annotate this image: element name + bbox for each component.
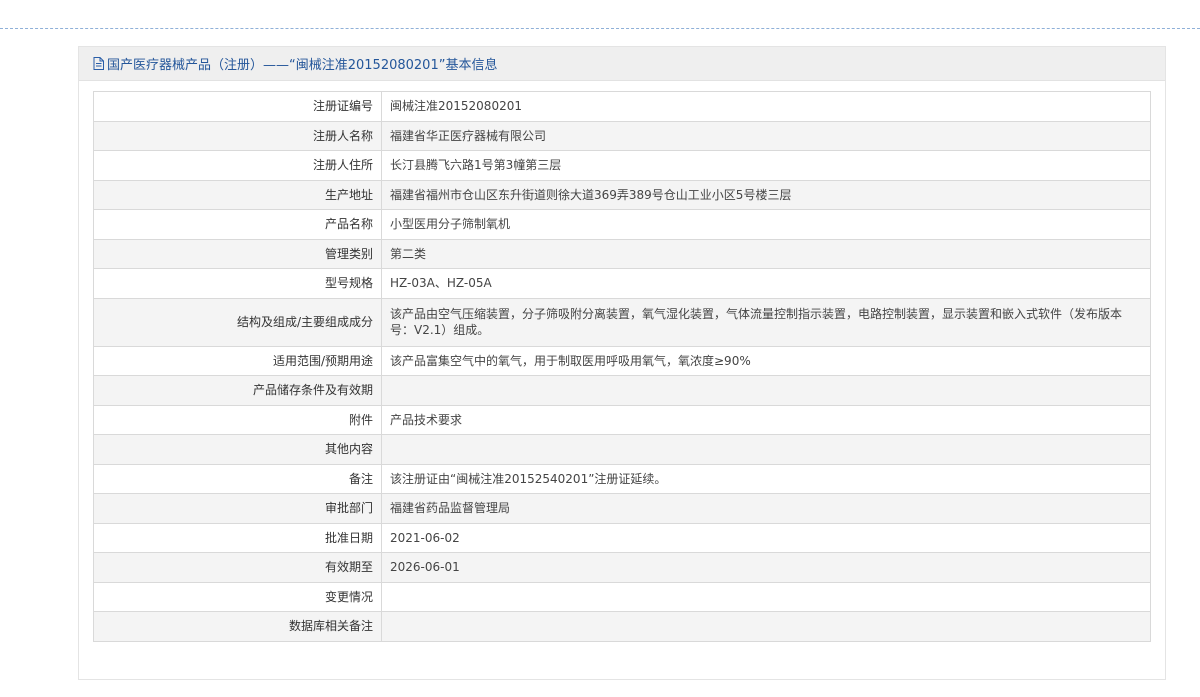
field-value <box>381 611 1151 642</box>
table-row: 附件 产品技术要求 <box>93 404 1151 435</box>
field-label: 其他内容 <box>93 434 382 465</box>
field-value: 长汀县腾飞六路1号第3幢第三层 <box>381 150 1151 181</box>
field-value: 小型医用分子筛制氧机 <box>381 209 1151 240</box>
field-label: 结构及组成/主要组成成分 <box>93 297 382 347</box>
field-value: 该产品由空气压缩装置，分子筛吸附分离装置，氧气湿化装置，气体流量控制指示装置，电… <box>381 297 1151 347</box>
field-label: 注册人住所 <box>93 150 382 181</box>
table-row: 其他内容 <box>93 434 1151 465</box>
field-value: 2026-06-01 <box>381 552 1151 583</box>
field-label: 有效期至 <box>93 552 382 583</box>
field-label: 产品名称 <box>93 209 382 240</box>
table-row: 注册证编号 闽械注准20152080201 <box>93 91 1151 122</box>
field-label: 审批部门 <box>93 493 382 524</box>
field-label: 备注 <box>93 463 382 494</box>
table-row: 生产地址 福建省福州市仓山区东升街道则徐大道369弄389号仓山工业小区5号楼三层 <box>93 179 1151 210</box>
field-value <box>381 581 1151 612</box>
field-label: 变更情况 <box>93 581 382 612</box>
table-row: 审批部门 福建省药品监督管理局 <box>93 493 1151 524</box>
field-label: 注册证编号 <box>93 91 382 122</box>
detail-panel: 国产医疗器械产品（注册）——“闽械注准20152080201”基本信息 注册证编… <box>78 46 1166 680</box>
table-row: 备注 该注册证由“闽械注准20152540201”注册证延续。 <box>93 463 1151 494</box>
field-value: 产品技术要求 <box>381 404 1151 435</box>
field-value: HZ-03A、HZ-05A <box>381 268 1151 299</box>
table-row: 变更情况 <box>93 581 1151 612</box>
table-row: 注册人名称 福建省华正医疗器械有限公司 <box>93 120 1151 151</box>
field-label: 适用范围/预期用途 <box>93 345 382 376</box>
table-row: 适用范围/预期用途 该产品富集空气中的氧气，用于制取医用呼吸用氧气，氧浓度≥90% <box>93 345 1151 376</box>
field-value: 闽械注准20152080201 <box>381 91 1151 122</box>
table-row: 产品名称 小型医用分子筛制氧机 <box>93 209 1151 240</box>
table-row: 结构及组成/主要组成成分 该产品由空气压缩装置，分子筛吸附分离装置，氧气湿化装置，… <box>93 297 1151 347</box>
field-value <box>381 434 1151 465</box>
panel-header: 国产医疗器械产品（注册）——“闽械注准20152080201”基本信息 <box>79 47 1165 81</box>
field-value: 福建省药品监督管理局 <box>381 493 1151 524</box>
field-label: 管理类别 <box>93 238 382 269</box>
table-row: 管理类别 第二类 <box>93 238 1151 269</box>
field-value: 2021-06-02 <box>381 522 1151 553</box>
field-label: 生产地址 <box>93 179 382 210</box>
table-row: 注册人住所 长汀县腾飞六路1号第3幢第三层 <box>93 150 1151 181</box>
field-value: 该注册证由“闽械注准20152540201”注册证延续。 <box>381 463 1151 494</box>
field-value <box>381 375 1151 406</box>
field-label: 附件 <box>93 404 382 435</box>
field-value: 第二类 <box>381 238 1151 269</box>
document-icon <box>93 57 104 70</box>
field-value: 福建省福州市仓山区东升街道则徐大道369弄389号仓山工业小区5号楼三层 <box>381 179 1151 210</box>
field-value: 福建省华正医疗器械有限公司 <box>381 120 1151 151</box>
info-table: 注册证编号 闽械注准20152080201 注册人名称 福建省华正医疗器械有限公司 注册… <box>93 91 1151 642</box>
field-label: 产品储存条件及有效期 <box>93 375 382 406</box>
field-label: 数据库相关备注 <box>93 611 382 642</box>
panel-title: 国产医疗器械产品（注册）——“闽械注准20152080201”基本信息 <box>107 58 498 73</box>
table-row: 型号规格 HZ-03A、HZ-05A <box>93 268 1151 299</box>
field-label: 注册人名称 <box>93 120 382 151</box>
table-row: 有效期至 2026-06-01 <box>93 552 1151 583</box>
field-value: 该产品富集空气中的氧气，用于制取医用呼吸用氧气，氧浓度≥90% <box>381 345 1151 376</box>
field-label: 型号规格 <box>93 268 382 299</box>
table-row: 数据库相关备注 <box>93 611 1151 642</box>
table-row: 产品储存条件及有效期 <box>93 375 1151 406</box>
table-row: 批准日期 2021-06-02 <box>93 522 1151 553</box>
field-label: 批准日期 <box>93 522 382 553</box>
top-divider <box>0 28 1200 29</box>
